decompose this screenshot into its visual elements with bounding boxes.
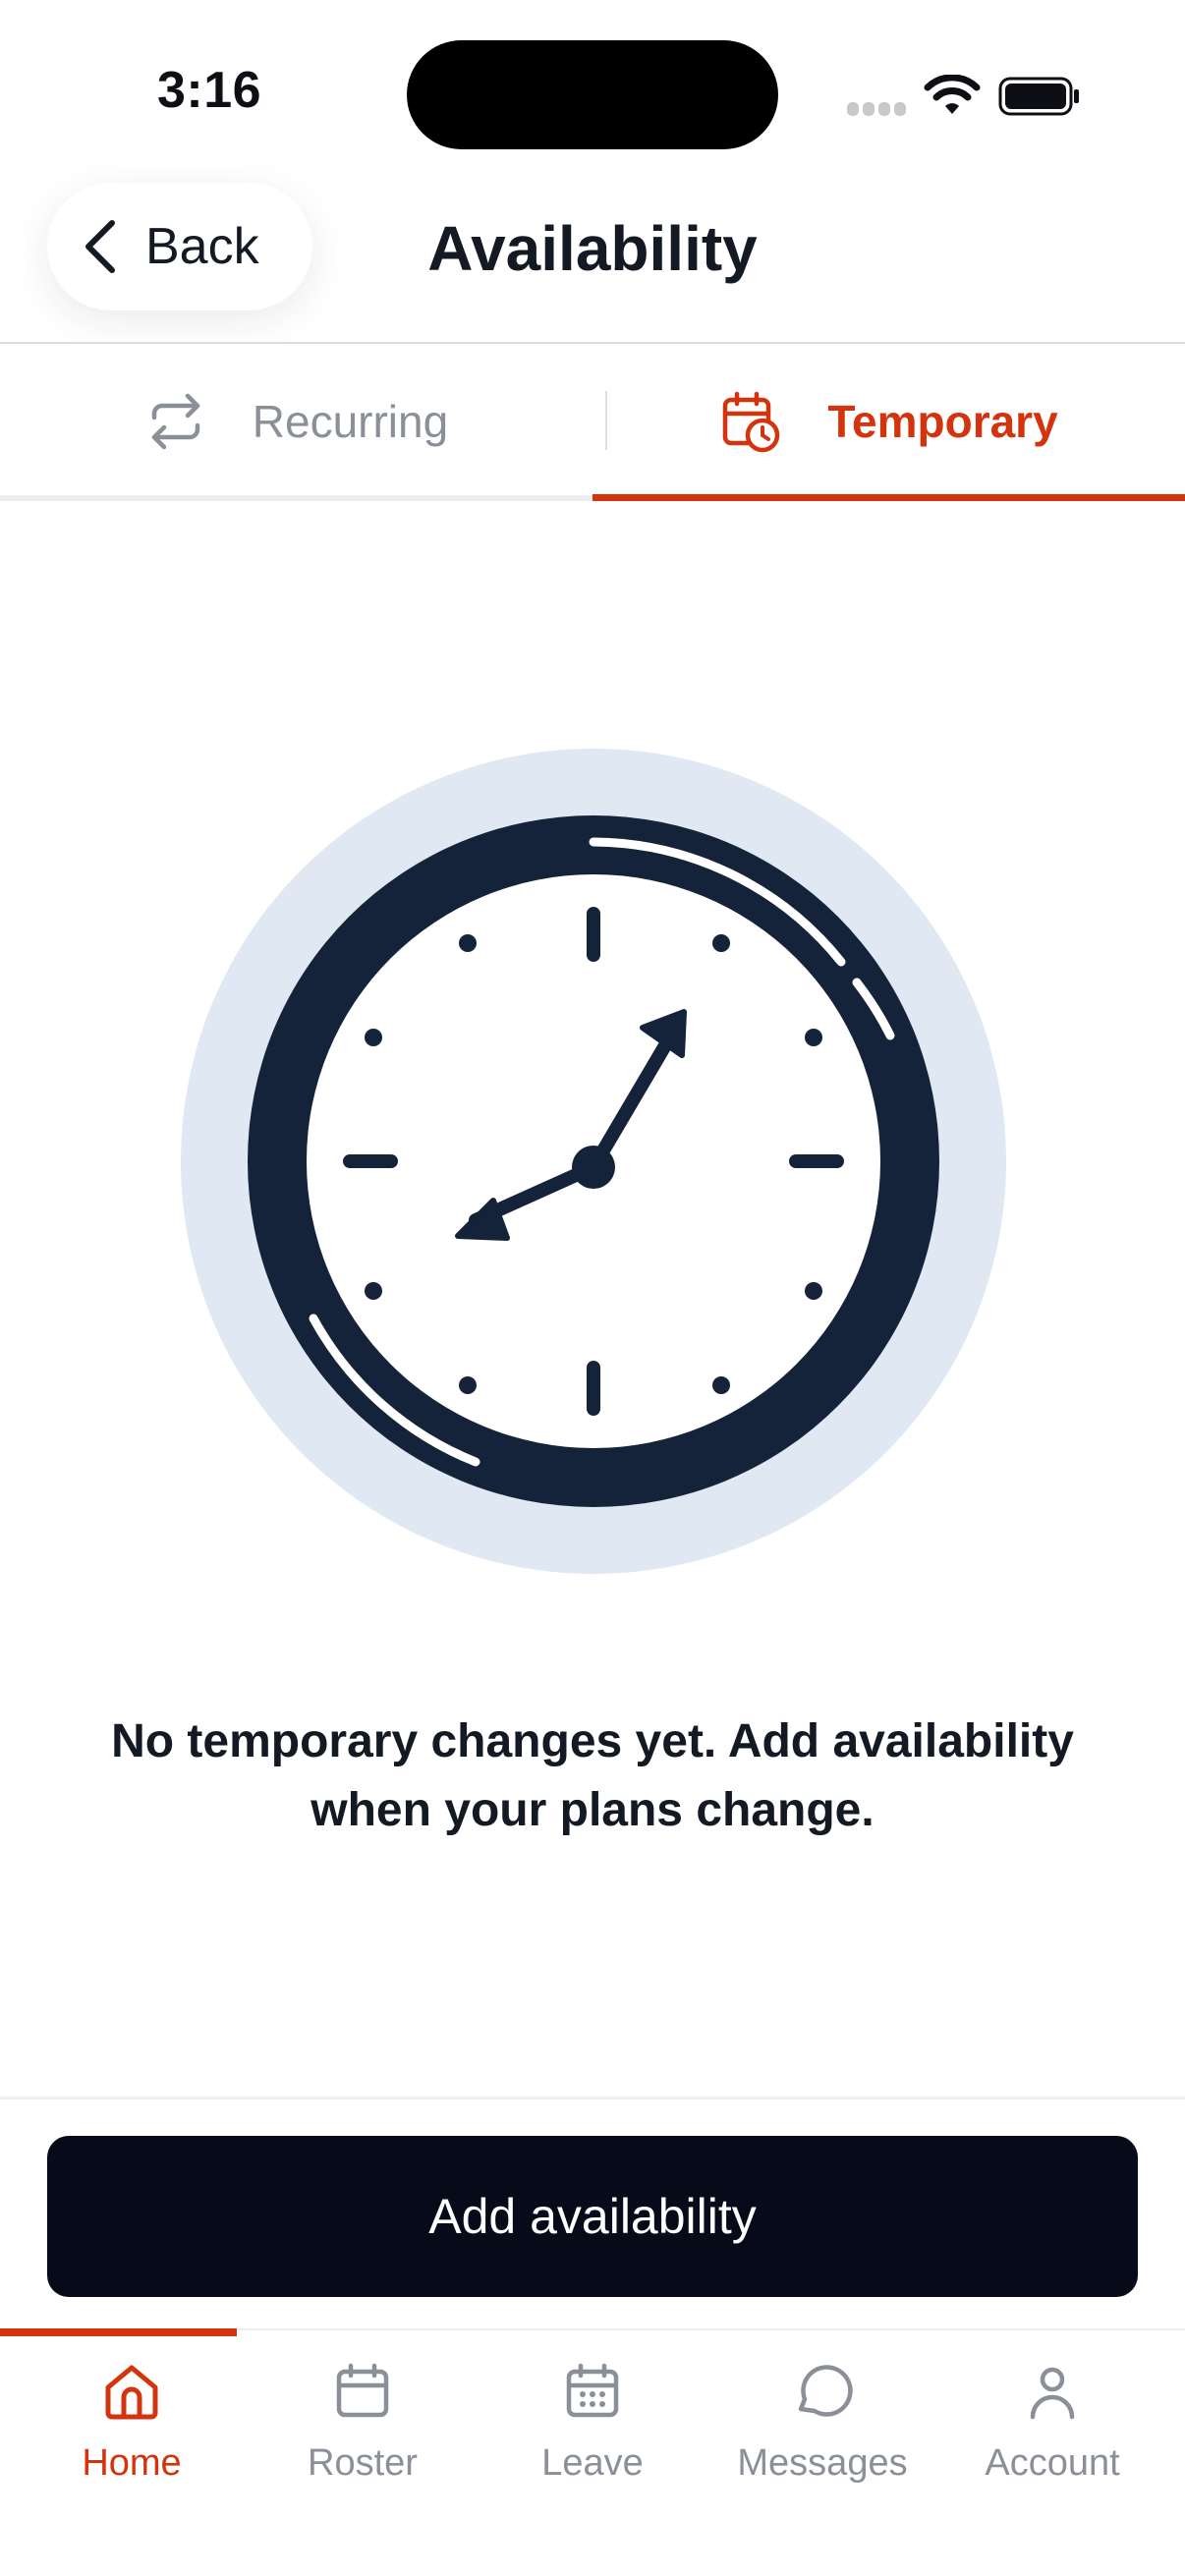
tab-recurring-label: Recurring (252, 396, 449, 447)
calendar-clock-icon (723, 391, 780, 453)
tab-bar-messages[interactable]: Messages (707, 2360, 937, 2527)
tab-bar-leave[interactable]: Leave (478, 2360, 707, 2527)
chat-bubble-icon (798, 2365, 853, 2417)
tab-bar-label: Leave (541, 2442, 644, 2484)
tab-recurring[interactable]: Recurring (0, 344, 592, 499)
tab-bar-label: Account (985, 2442, 1120, 2484)
tab-temporary[interactable]: Temporary (592, 344, 1185, 499)
status-bar: 3:16 (0, 0, 1185, 177)
tab-bar-roster[interactable]: Roster (248, 2360, 478, 2527)
page-title: Availability (427, 213, 758, 284)
calendar-grid-icon (566, 2363, 619, 2418)
calendar-icon (336, 2363, 389, 2418)
wifi-icon (924, 75, 981, 114)
tab-bar-label: Home (82, 2442, 182, 2484)
tab-bar-label: Messages (737, 2442, 908, 2484)
add-availability-button[interactable]: Add availability (47, 2136, 1138, 2297)
home-icon (105, 2365, 158, 2420)
tab-bar-home[interactable]: Home (17, 2360, 247, 2527)
repeat-icon (151, 393, 200, 450)
availability-tabs: Recurring Temporary (0, 342, 1185, 501)
dynamic-island (407, 40, 778, 149)
tab-active-underline (592, 494, 1185, 501)
cellular-signal-icon (847, 102, 908, 116)
tab-bar-active-indicator (0, 2328, 237, 2336)
empty-state-message: No temporary changes yet. Add availabili… (111, 1715, 1074, 1836)
tab-temporary-label: Temporary (827, 396, 1058, 447)
bottom-tab-bar: Home Roster Leave Messages Account (0, 2328, 1185, 2576)
battery-icon (998, 77, 1079, 116)
tab-bar-account[interactable]: Account (937, 2360, 1167, 2527)
tab-bar-label: Roster (308, 2442, 418, 2484)
status-time: 3:16 (157, 62, 262, 119)
clock-icon (181, 749, 1006, 1574)
person-icon (1030, 2367, 1075, 2420)
